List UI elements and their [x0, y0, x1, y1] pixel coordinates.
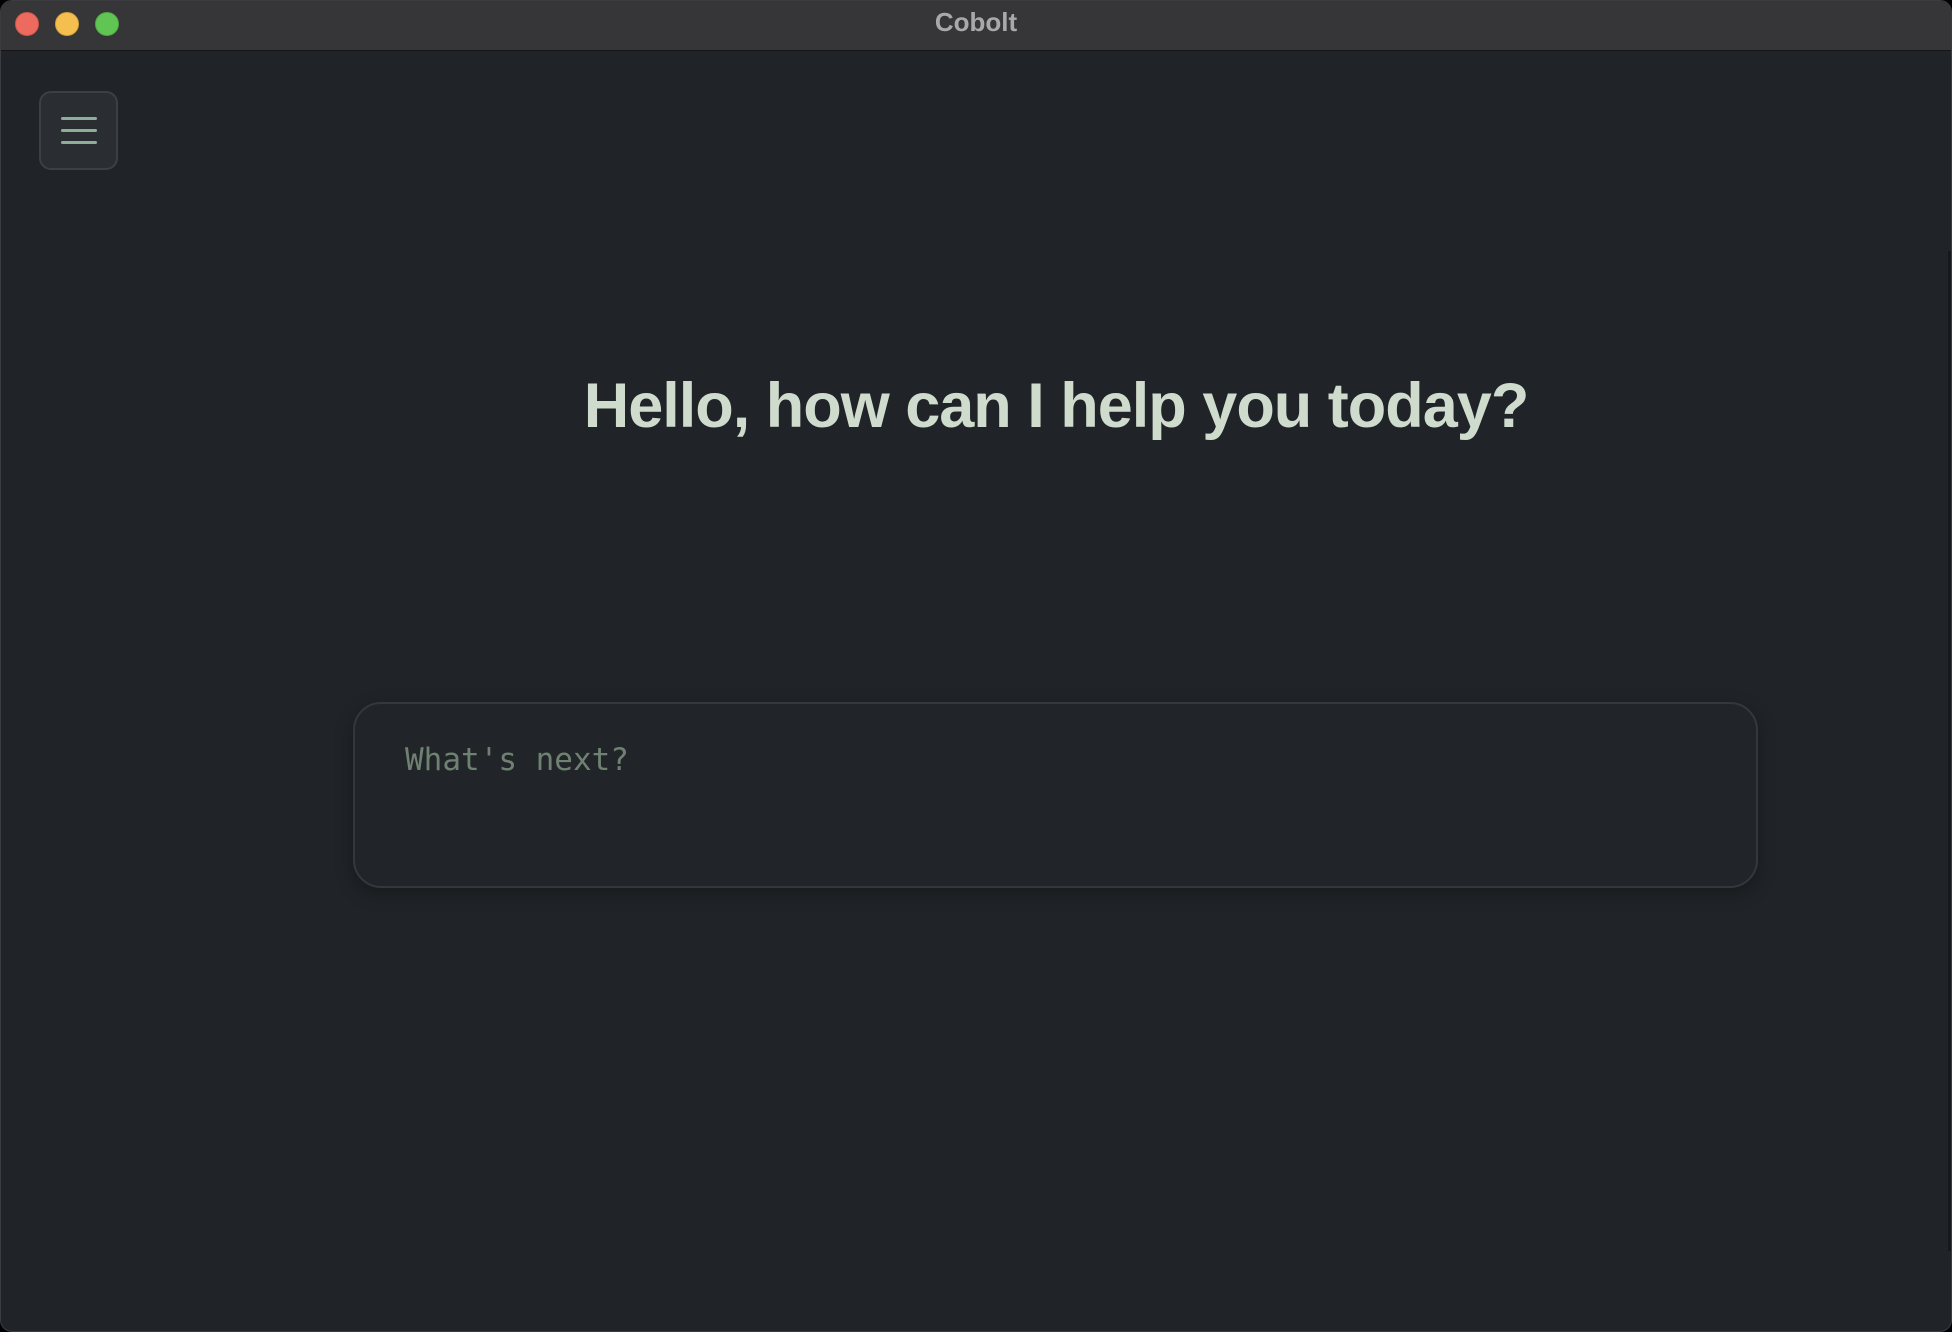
title-bar[interactable]: Cobolt — [1, 1, 1951, 51]
window-title: Cobolt — [934, 7, 1018, 37]
hamburger-menu-icon — [61, 117, 97, 145]
prompt-input[interactable] — [405, 742, 1705, 852]
prompt-box[interactable] — [353, 702, 1758, 888]
window-right-edge — [1948, 251, 1951, 1251]
app-window: Cobolt Hello, how can I help you today? — [0, 0, 1952, 1332]
greeting-heading: Hello, how can I help you today? — [583, 371, 1530, 441]
menu-button[interactable] — [39, 91, 118, 170]
